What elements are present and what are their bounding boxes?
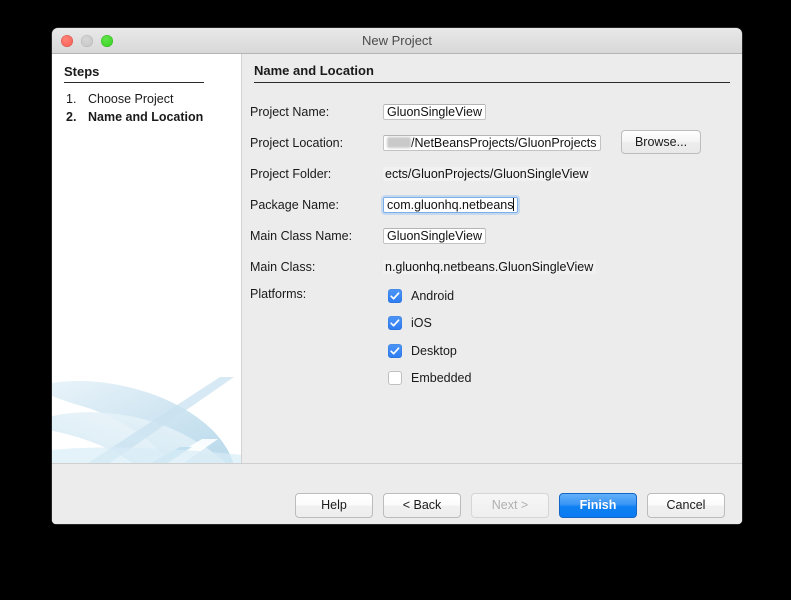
- checkbox-checked-icon[interactable]: [388, 343, 402, 358]
- platform-label: Desktop: [411, 343, 457, 358]
- window-titlebar: New Project: [52, 28, 742, 54]
- platform-option-desktop[interactable]: Desktop: [388, 337, 471, 365]
- checkbox-checked-icon[interactable]: [388, 288, 402, 303]
- steps-sidebar: Steps 1. Choose Project 2. Name and Loca…: [52, 54, 242, 463]
- form-row-project-location: Project Location: /NetBeansProjects/Gluo…: [242, 127, 742, 158]
- main-class-name-field-wrap: GluonSingleView: [383, 226, 486, 246]
- text-caret: [513, 197, 515, 211]
- form-row-main-class: Main Class: n.gluonhq.netbeans.GluonSing…: [242, 251, 742, 282]
- main-panel: Name and Location Project Name: GluonSin…: [242, 54, 742, 463]
- new-project-dialog: New Project Steps 1. Choose Project 2. N…: [52, 28, 742, 524]
- checkbox-checked-icon[interactable]: [388, 316, 402, 331]
- package-name-label: Package Name:: [250, 197, 339, 212]
- screen: New Project Steps 1. Choose Project 2. N…: [0, 0, 791, 600]
- main-class-field-wrap: n.gluonhq.netbeans.GluonSingleView: [383, 257, 597, 277]
- main-class-name-label: Main Class Name:: [250, 228, 353, 243]
- finish-button[interactable]: Finish: [559, 493, 637, 518]
- project-name-field-wrap: GluonSingleView: [383, 102, 486, 122]
- step-label: Choose Project: [88, 92, 174, 106]
- main-class-name-input[interactable]: GluonSingleView: [383, 227, 486, 244]
- project-folder-input[interactable]: ects/GluonProjects/GluonSingleView: [383, 166, 592, 181]
- project-location-input[interactable]: /NetBeansProjects/GluonProjects: [383, 134, 601, 151]
- back-button[interactable]: < Back: [383, 493, 461, 518]
- steps-heading: Steps: [64, 64, 204, 83]
- project-location-field-wrap: /NetBeansProjects/GluonProjects: [383, 133, 601, 153]
- platform-label: iOS: [411, 316, 432, 331]
- form-row-project-folder: Project Folder: ects/GluonProjects/Gluon…: [242, 158, 742, 189]
- platforms-checkbox-group: Android iOS Desktop Embedded: [388, 282, 471, 392]
- project-name-input[interactable]: GluonSingleView: [383, 103, 486, 120]
- netbeans-swoosh-graphic: [52, 377, 241, 463]
- main-class-label: Main Class:: [250, 259, 316, 274]
- next-button: Next >: [471, 493, 549, 518]
- step-number: 1.: [66, 92, 77, 106]
- step-item-1[interactable]: 1. Choose Project: [66, 91, 241, 108]
- dialog-body: Steps 1. Choose Project 2. Name and Loca…: [52, 54, 742, 463]
- platform-option-ios[interactable]: iOS: [388, 310, 471, 338]
- form-row-main-class-name: Main Class Name: GluonSingleView: [242, 220, 742, 251]
- project-location-label: Project Location:: [250, 135, 344, 150]
- window-title: New Project: [361, 33, 433, 48]
- package-name-value: com.gluonhq.netbeans: [387, 197, 514, 212]
- platform-label: Android: [411, 288, 455, 303]
- package-name-field-wrap: com.gluonhq.netbeans: [383, 195, 519, 215]
- step-item-2[interactable]: 2. Name and Location: [66, 109, 241, 126]
- steps-list: 1. Choose Project 2. Name and Location: [66, 91, 241, 127]
- project-name-label: Project Name:: [250, 104, 330, 119]
- platform-option-embedded[interactable]: Embedded: [388, 365, 471, 393]
- browse-button[interactable]: Browse...: [621, 130, 701, 154]
- page-title: Name and Location: [254, 63, 730, 83]
- form-row-project-name: Project Name: GluonSingleView: [242, 96, 742, 127]
- project-folder-label: Project Folder:: [250, 166, 332, 181]
- platforms-label: Platforms:: [250, 287, 307, 301]
- help-button[interactable]: Help: [295, 493, 373, 518]
- redacted-path-block: [387, 136, 411, 148]
- project-folder-field-wrap: ects/GluonProjects/GluonSingleView: [383, 164, 592, 184]
- dialog-button-bar: Help < Back Next > Finish Cancel: [52, 463, 742, 524]
- platform-option-android[interactable]: Android: [388, 282, 471, 310]
- checkbox-unchecked-icon[interactable]: [388, 371, 402, 386]
- form-row-package-name: Package Name: com.gluonhq.netbeans: [242, 189, 742, 220]
- step-number: 2.: [66, 110, 77, 124]
- platform-label: Embedded: [411, 371, 472, 386]
- project-location-value: /NetBeansProjects/GluonProjects: [411, 135, 597, 150]
- main-class-value: n.gluonhq.netbeans.GluonSingleView: [383, 259, 597, 274]
- project-form: Project Name: GluonSingleView Project Lo…: [242, 96, 742, 386]
- package-name-input[interactable]: com.gluonhq.netbeans: [383, 196, 519, 213]
- step-label: Name and Location: [88, 110, 204, 124]
- cancel-button[interactable]: Cancel: [647, 493, 725, 518]
